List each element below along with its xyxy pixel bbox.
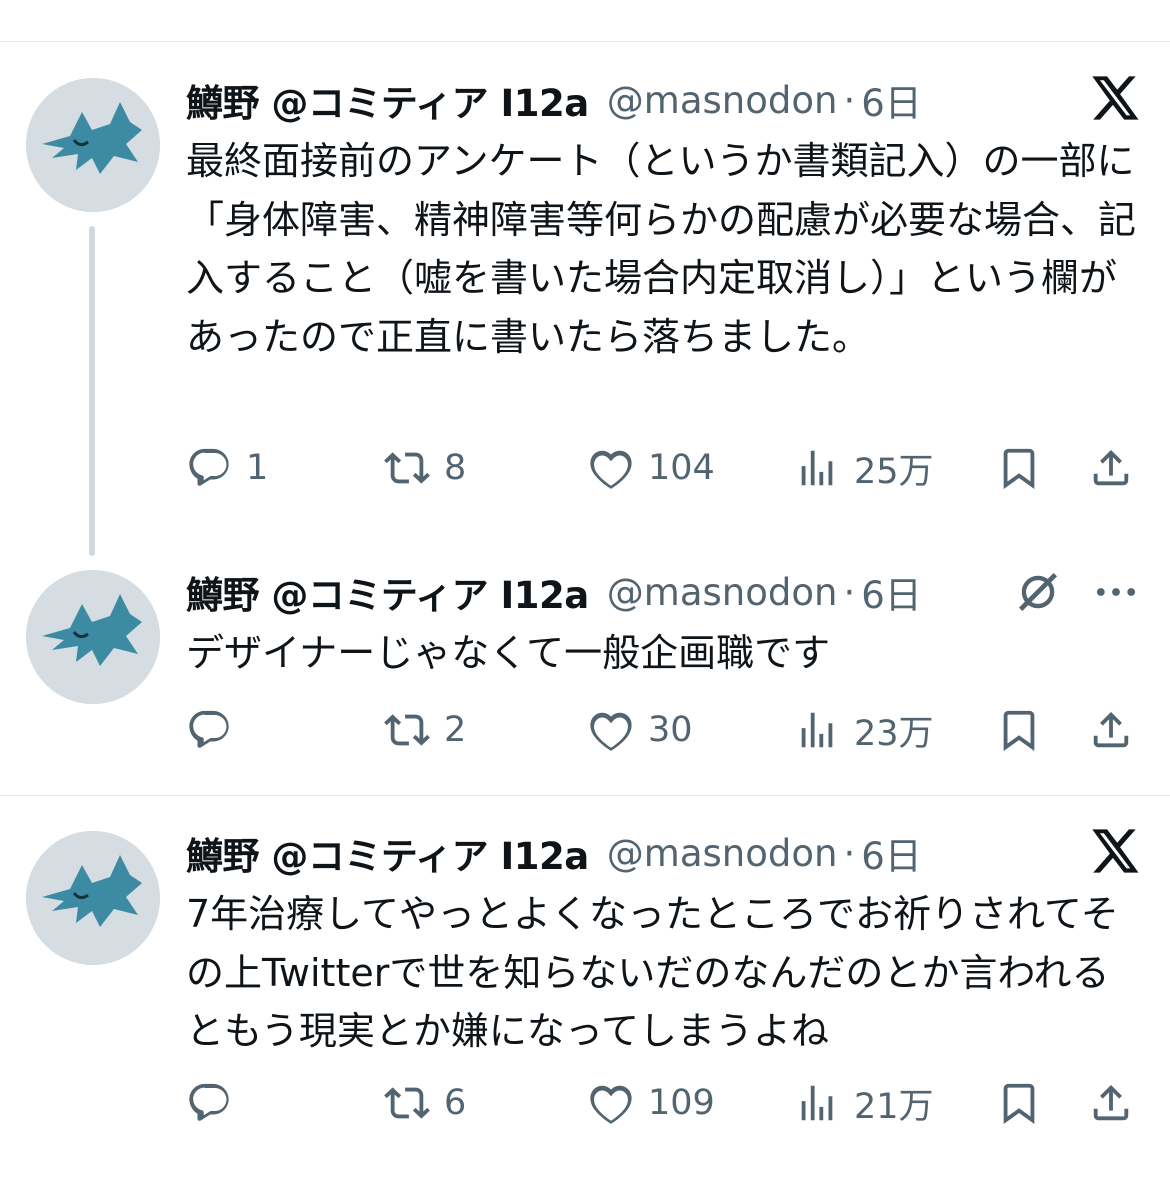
avatar-image xyxy=(26,78,160,212)
bookmark-icon xyxy=(1003,1083,1035,1124)
views-count: 23万 xyxy=(854,713,934,754)
timestamp[interactable]: 6日 xyxy=(861,565,922,619)
views-button[interactable]: 21万 xyxy=(794,1075,934,1131)
reply-button[interactable] xyxy=(186,702,246,758)
more-icon[interactable] xyxy=(1090,566,1142,618)
separator-dot: · xyxy=(843,78,856,122)
share-button[interactable] xyxy=(1088,440,1134,496)
views-count: 25万 xyxy=(854,451,934,492)
thread-connector-line xyxy=(89,226,95,556)
separator-dot: · xyxy=(843,831,856,875)
share-icon xyxy=(1093,449,1129,486)
tweet-header: 鱒野 @コミティア I12a @masnodon · 6日 xyxy=(186,70,922,130)
display-name[interactable]: 鱒野 @コミティア I12a xyxy=(186,826,589,880)
action-bar: 6 109 21万 xyxy=(186,1075,1136,1131)
avatar-image xyxy=(26,831,160,965)
share-icon xyxy=(1093,711,1129,748)
like-button[interactable]: 109 xyxy=(588,1075,715,1131)
reply-count: 1 xyxy=(246,448,269,488)
like-count: 30 xyxy=(648,710,693,750)
heart-icon xyxy=(590,712,632,751)
views-icon xyxy=(801,1085,833,1121)
bookmark-icon xyxy=(1003,448,1035,489)
reply-button[interactable] xyxy=(186,1075,246,1131)
tweet-text: デザイナーじゃなくて一般企画職です xyxy=(186,631,831,675)
views-icon xyxy=(801,712,833,748)
tweet-header: 鱒野 @コミティア I12a @masnodon · 6日 xyxy=(186,823,922,883)
x-logo-icon xyxy=(1088,72,1140,124)
display-name[interactable]: 鱒野 @コミティア I12a xyxy=(186,73,589,127)
separator-dot: · xyxy=(843,570,856,614)
views-button[interactable]: 25万 xyxy=(794,440,934,496)
tweet-divider xyxy=(0,795,1170,796)
bookmark-button[interactable] xyxy=(996,440,1042,496)
share-icon xyxy=(1093,1084,1129,1121)
user-handle[interactable]: @masnodon xyxy=(607,832,838,875)
tweet-text: 最終面接前のアンケート（というか書類記入）の一部に「身体障害、精神障害等何らかの… xyxy=(186,139,1137,359)
action-bar: 1 8 104 25万 xyxy=(186,440,1136,496)
timestamp[interactable]: 6日 xyxy=(861,73,922,127)
share-button[interactable] xyxy=(1088,1075,1134,1131)
reply-button[interactable]: 1 xyxy=(186,440,268,496)
retweet-count: 6 xyxy=(444,1083,467,1123)
retweet-count: 8 xyxy=(444,448,467,488)
heart-icon xyxy=(590,1085,632,1124)
retweet-icon xyxy=(384,714,430,746)
retweet-count: 2 xyxy=(444,710,467,750)
views-button[interactable]: 23万 xyxy=(794,702,934,758)
views-icon xyxy=(801,450,833,486)
tweet-header: 鱒野 @コミティア I12a @masnodon · 6日 xyxy=(186,562,922,622)
retweet-button[interactable]: 2 xyxy=(384,702,466,758)
avatar[interactable] xyxy=(26,78,160,212)
tweet-text: 7年治療してやっとよくなったところでお祈りされてその上Twitterで世を知らな… xyxy=(186,892,1119,1053)
display-name[interactable]: 鱒野 @コミティア I12a xyxy=(186,565,589,619)
retweet-button[interactable]: 8 xyxy=(384,440,466,496)
views-count: 21万 xyxy=(854,1086,934,1127)
bookmark-button[interactable] xyxy=(996,1075,1042,1131)
action-bar: 2 30 23万 xyxy=(186,702,1136,758)
x-logo-icon xyxy=(1088,825,1140,877)
like-button[interactable]: 104 xyxy=(588,440,715,496)
top-divider xyxy=(0,41,1170,42)
share-button[interactable] xyxy=(1088,702,1134,758)
avatar[interactable] xyxy=(26,831,160,965)
reply-icon xyxy=(189,710,229,748)
user-handle[interactable]: @masnodon xyxy=(607,79,838,122)
avatar[interactable] xyxy=(26,570,160,704)
like-count: 104 xyxy=(648,448,715,488)
retweet-button[interactable]: 6 xyxy=(384,1075,466,1131)
grok-icon[interactable] xyxy=(1012,566,1064,618)
retweet-icon xyxy=(384,452,430,484)
avatar-image xyxy=(26,570,160,704)
like-button[interactable]: 30 xyxy=(588,702,693,758)
retweet-icon xyxy=(384,1087,430,1119)
reply-icon xyxy=(189,1083,229,1121)
user-handle[interactable]: @masnodon xyxy=(607,571,838,614)
timestamp[interactable]: 6日 xyxy=(861,826,922,880)
reply-icon xyxy=(189,448,229,486)
bookmark-button[interactable] xyxy=(996,702,1042,758)
like-count: 109 xyxy=(648,1083,715,1123)
bookmark-icon xyxy=(1003,710,1035,751)
heart-icon xyxy=(590,450,632,489)
